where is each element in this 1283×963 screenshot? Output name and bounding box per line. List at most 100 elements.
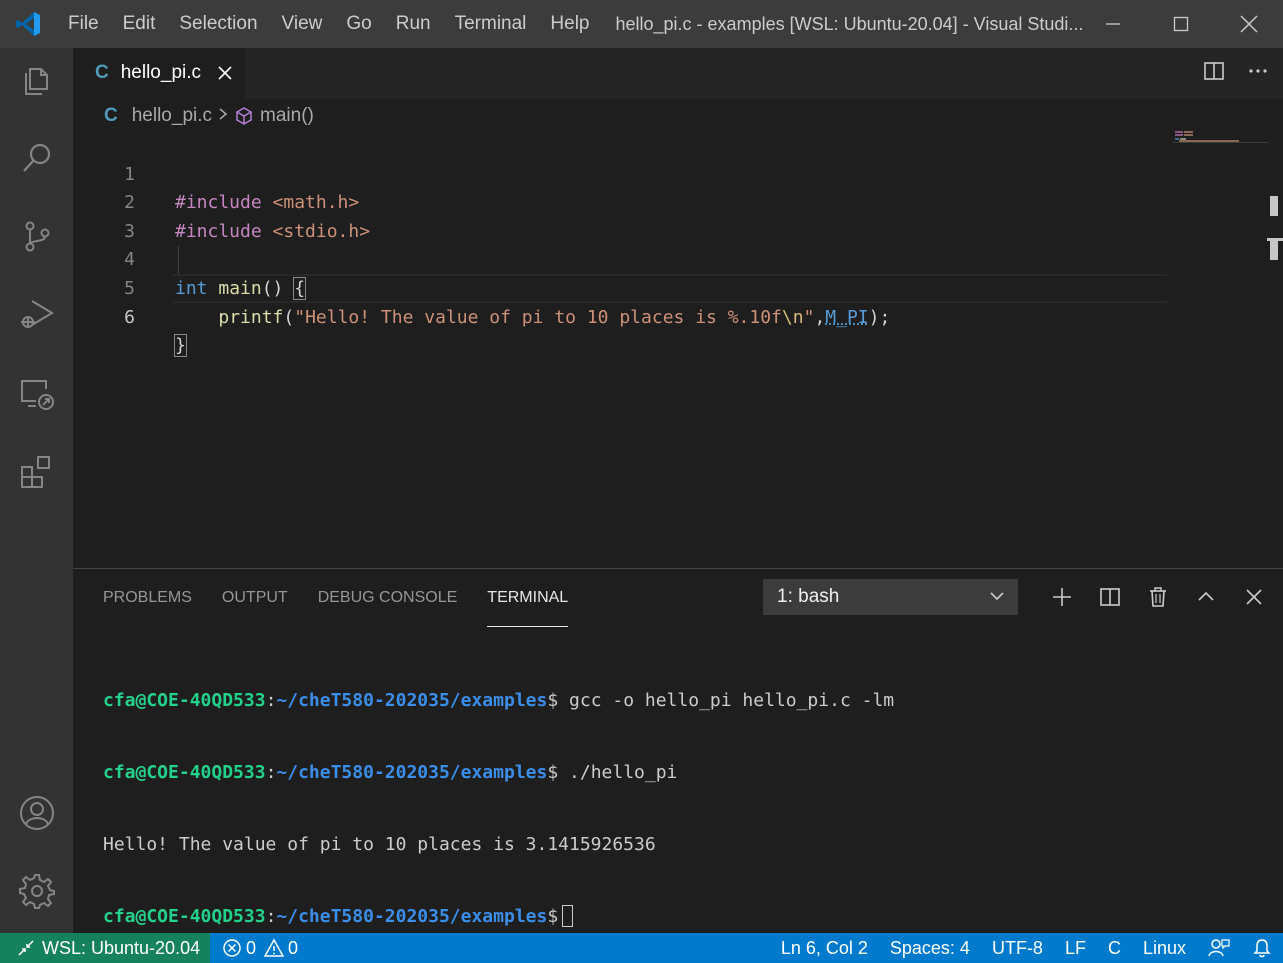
trash-icon: [1147, 586, 1169, 608]
account-icon[interactable]: [0, 783, 73, 843]
code-line: 2 #include <stdio.h>: [73, 161, 1173, 190]
menu-file[interactable]: File: [56, 0, 111, 48]
close-icon: [1240, 15, 1258, 33]
terminal-command: ./hello_pi: [558, 762, 677, 783]
problems-status[interactable]: 0 0: [222, 938, 298, 959]
maximize-icon: [1173, 16, 1189, 32]
close-panel-button[interactable]: [1230, 579, 1278, 615]
status-bar: WSL: Ubuntu-20.04 0 0 Ln 6, Col 2 Spaces…: [0, 933, 1283, 963]
encoding[interactable]: UTF-8: [981, 938, 1054, 959]
new-terminal-button[interactable]: [1038, 579, 1086, 615]
split-editor-icon: [1203, 60, 1225, 82]
prompt-user: cfa@COE-40QD533: [103, 906, 266, 927]
menu-selection[interactable]: Selection: [167, 0, 269, 48]
remote-label: WSL: Ubuntu-20.04: [42, 938, 200, 959]
error-icon: [222, 938, 242, 958]
search-icon[interactable]: [0, 128, 73, 188]
tab-close-button[interactable]: [217, 65, 233, 81]
menu-terminal[interactable]: Terminal: [443, 0, 539, 48]
more-actions-button[interactable]: [1247, 60, 1269, 87]
indentation[interactable]: Spaces: 4: [879, 938, 981, 959]
breadcrumb: C hello_pi.c main(): [73, 98, 1173, 134]
code-line: 5 printf("Hello! The value of pi to 10 p…: [73, 246, 1173, 275]
menu-edit[interactable]: Edit: [111, 0, 168, 48]
tab-hello-pi-c[interactable]: C hello_pi.c: [73, 48, 245, 98]
tab-label: hello_pi.c: [121, 62, 201, 84]
prompt-sep: :: [266, 762, 277, 783]
tab-debug-console[interactable]: DEBUG CONSOLE: [318, 569, 458, 627]
warning-icon: [264, 938, 284, 958]
symbol-method-icon: [234, 106, 254, 126]
bottom-panel: PROBLEMS OUTPUT DEBUG CONSOLE TERMINAL 1…: [73, 568, 1283, 933]
menu-view[interactable]: View: [270, 0, 335, 48]
minimize-button[interactable]: [1079, 0, 1147, 48]
settings-gear-icon[interactable]: [0, 861, 73, 921]
window-title: hello_pi.c - examples [WSL: Ubuntu-20.04…: [616, 14, 1086, 35]
extensions-icon[interactable]: [0, 442, 73, 502]
source-control-icon[interactable]: [0, 206, 73, 266]
window-controls: [1079, 0, 1283, 48]
split-editor-button[interactable]: [1203, 60, 1225, 87]
close-icon: [1243, 586, 1265, 608]
kill-terminal-button[interactable]: [1134, 579, 1182, 615]
feedback-icon: [1208, 938, 1230, 958]
chevron-down-icon: [988, 587, 1006, 611]
code-editor[interactable]: 1 #include <math.h> 2 #include <stdio.h>…: [73, 132, 1273, 568]
chevron-right-icon: [218, 105, 228, 127]
breadcrumb-file[interactable]: hello_pi.c: [132, 105, 212, 127]
prompt-path: ~/cheT580-202035/examples: [276, 762, 547, 783]
menu-run[interactable]: Run: [384, 0, 443, 48]
tab-output[interactable]: OUTPUT: [222, 569, 288, 627]
tab-problems[interactable]: PROBLEMS: [103, 569, 192, 627]
panel-actions: [1038, 579, 1278, 615]
tab-terminal[interactable]: TERMINAL: [487, 580, 568, 627]
code-token: \n: [782, 307, 804, 328]
run-debug-icon[interactable]: [0, 284, 73, 344]
terminal-output[interactable]: cfa@COE-40QD533:~/cheT580-202035/example…: [103, 641, 894, 963]
matched-bracket: }: [175, 335, 186, 356]
terminal-cursor: [562, 905, 573, 927]
activity-bar: [0, 48, 73, 933]
minimap[interactable]: [1173, 130, 1268, 150]
code-line: 4 int main() {: [73, 218, 1173, 247]
plus-icon: [1051, 586, 1073, 608]
prompt-sep: :: [266, 690, 277, 711]
terminal-command: gcc -o hello_pi hello_pi.c -lm: [558, 690, 894, 711]
c-file-icon: C: [104, 105, 118, 127]
close-window-button[interactable]: [1215, 0, 1283, 48]
menu-go[interactable]: Go: [334, 0, 383, 48]
terminal-select[interactable]: 1: bash: [763, 579, 1018, 615]
code-token: "Hello! The value of pi to 10 places is …: [294, 307, 782, 328]
platform[interactable]: Linux: [1132, 938, 1197, 959]
terminal-select-value: 1: bash: [777, 586, 839, 608]
prompt-sep: :: [266, 906, 277, 927]
feedback-button[interactable]: [1197, 938, 1241, 958]
split-terminal-button[interactable]: [1086, 579, 1134, 615]
bell-icon: [1252, 938, 1272, 958]
cursor-position[interactable]: Ln 6, Col 2: [770, 938, 879, 959]
editor-scrollbar[interactable]: [1267, 98, 1283, 568]
code-token: ,: [814, 307, 825, 328]
c-file-icon: C: [95, 62, 109, 84]
language-mode[interactable]: C: [1097, 938, 1132, 959]
terminal-line: cfa@COE-40QD533:~/cheT580-202035/example…: [103, 761, 894, 785]
remote-explorer-icon[interactable]: [0, 364, 73, 424]
code-line: 6 }: [73, 275, 1173, 304]
notifications-button[interactable]: [1241, 938, 1283, 958]
terminal-line: Hello! The value of pi to 10 places is 3…: [103, 833, 894, 857]
breadcrumb-symbol[interactable]: main(): [260, 105, 314, 127]
warning-count: 0: [288, 938, 298, 959]
close-icon: [217, 65, 233, 81]
remote-indicator[interactable]: WSL: Ubuntu-20.04: [0, 933, 210, 963]
code-token: [175, 307, 218, 328]
maximize-button[interactable]: [1147, 0, 1215, 48]
maximize-panel-button[interactable]: [1182, 579, 1230, 615]
explorer-icon[interactable]: [0, 50, 73, 110]
vscode-logo-icon: [0, 0, 56, 48]
prompt-path: ~/cheT580-202035/examples: [276, 906, 547, 927]
prompt-symbol: $: [547, 690, 558, 711]
code-token: (: [283, 307, 294, 328]
code-token: ": [804, 307, 815, 328]
end-of-line[interactable]: LF: [1054, 938, 1097, 959]
menu-help[interactable]: Help: [538, 0, 601, 48]
